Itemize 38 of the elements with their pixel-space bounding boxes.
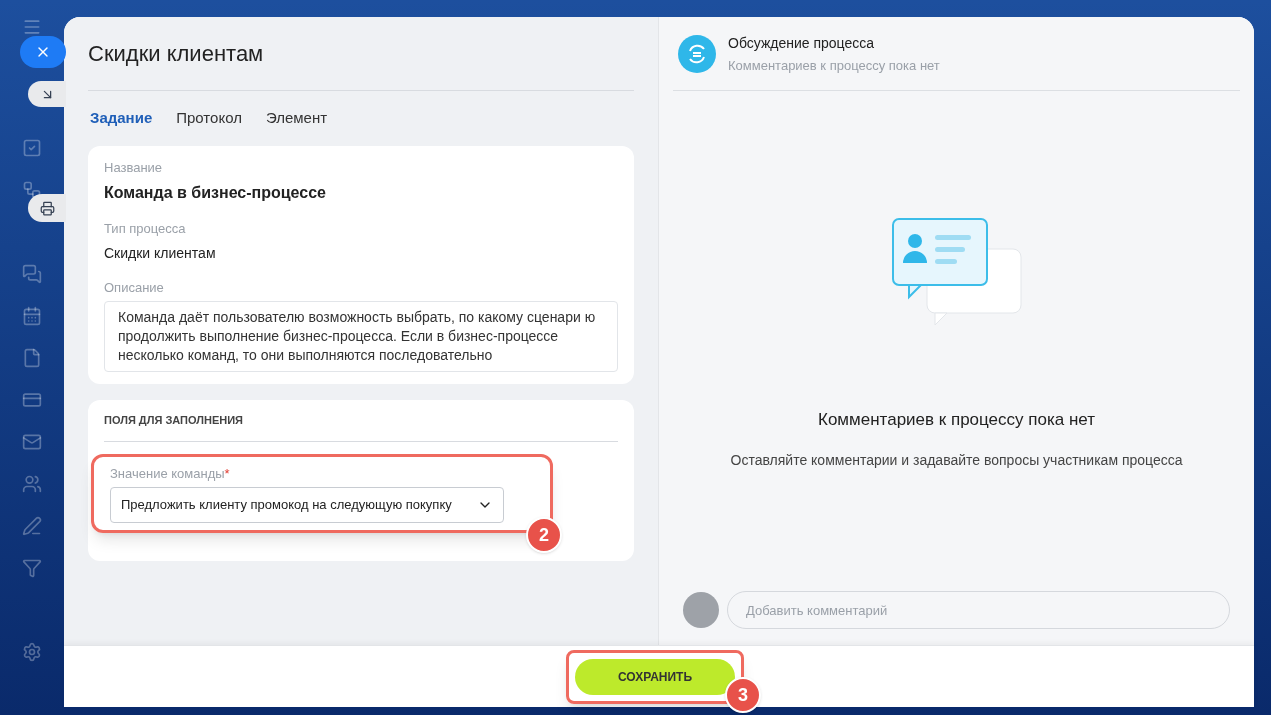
field-value: Команда в бизнес-процессе xyxy=(104,183,327,203)
tab[interactable]: Элемент xyxy=(265,103,328,134)
discussion-icon xyxy=(678,35,716,74)
print-icon xyxy=(39,200,55,216)
dialog-title: Скидки клиентам xyxy=(88,37,634,91)
collapse-button[interactable] xyxy=(28,81,66,107)
description-text: Команда даёт пользователю возможность выбрать, по какому сценари ю продолжить выполнение бизнес-процесса. Если в бизнес-процессе несколько команд, то они выполняются последовательно xyxy=(104,301,618,372)
empty-state-text: Оставляйте комментарии и задавайте вопросы участникам процесса xyxy=(730,451,1183,470)
field-value: Скидки клиентам xyxy=(104,243,217,263)
checkbox-icon[interactable] xyxy=(22,138,42,158)
discussion-subtitle: Комментариев к процессу пока нет xyxy=(728,57,940,75)
field-label: Название xyxy=(104,158,164,177)
comment-input[interactable]: Добавить комментарий xyxy=(727,591,1230,629)
card-icon[interactable] xyxy=(22,390,42,410)
users-icon[interactable] xyxy=(22,474,42,494)
save-button[interactable]: СОХРАНИТЬ xyxy=(575,658,735,695)
menu-icon[interactable] xyxy=(22,17,42,37)
discussion-title: Обсуждение процесса xyxy=(728,34,876,53)
mail-icon[interactable] xyxy=(22,432,42,452)
print-button[interactable] xyxy=(28,194,66,222)
settings-icon[interactable] xyxy=(22,642,42,662)
avatar xyxy=(683,592,719,628)
tab[interactable]: Задание xyxy=(90,103,153,134)
tab[interactable]: Протокол xyxy=(176,103,242,134)
calendar-icon[interactable] xyxy=(22,306,42,326)
section-title: ПОЛЯ ДЛЯ ЗАПОЛНЕНИЯ xyxy=(104,412,618,442)
empty-state-title: Комментариев к процессу пока нет xyxy=(818,408,1095,431)
funnel-icon[interactable] xyxy=(22,558,42,578)
step-number-badge: 3 xyxy=(725,676,761,713)
chat-icon[interactable] xyxy=(22,264,42,284)
field-label: Значение команды* xyxy=(110,464,231,483)
field-label: Тип процесса xyxy=(104,220,187,238)
command-select[interactable]: Предложить клиенту промокод на следующую покупку xyxy=(110,487,504,523)
step-number-badge: 2 xyxy=(526,517,562,553)
close-button[interactable] xyxy=(20,36,66,68)
pen-icon[interactable] xyxy=(22,516,42,536)
file-icon[interactable] xyxy=(22,348,42,368)
field-label: Описание xyxy=(104,278,165,297)
